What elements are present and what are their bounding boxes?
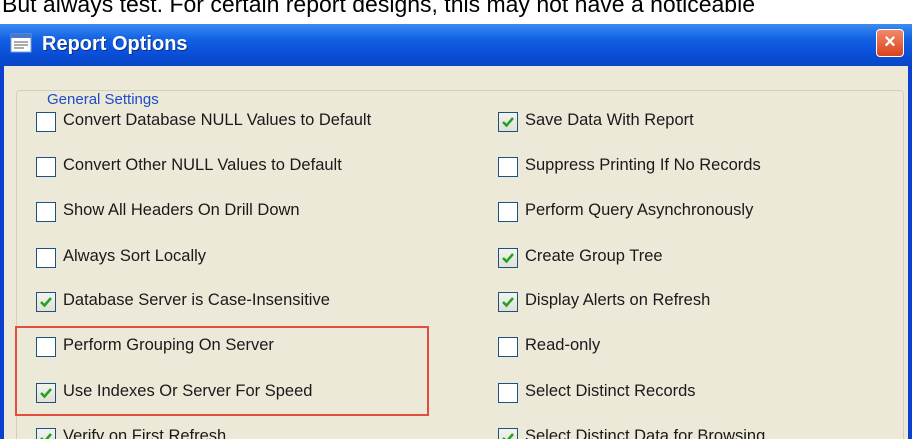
checkmark-icon xyxy=(502,297,514,308)
title-bar[interactable]: Report Options × xyxy=(0,24,912,66)
caption-text: But always test. For certain report desi… xyxy=(0,0,912,22)
checkbox[interactable] xyxy=(498,383,518,403)
option-label: Create Group Tree xyxy=(525,247,663,265)
option-label: Always Sort Locally xyxy=(63,247,207,265)
dialog-body: General Settings Convert Database NULL V… xyxy=(4,66,908,439)
window-title: Report Options xyxy=(42,33,188,55)
checkbox[interactable] xyxy=(36,383,56,403)
option-label: Perform Grouping On Server xyxy=(63,336,274,354)
option-label: Suppress Printing If No Records xyxy=(525,156,761,174)
option-label: Use Indexes Or Server For Speed xyxy=(63,382,313,400)
option-label: Show All Headers On Drill Down xyxy=(63,201,300,219)
option-label: Display Alerts on Refresh xyxy=(525,291,711,309)
option-label: Database Server is Case-Insensitive xyxy=(63,291,330,309)
group-title: General Settings xyxy=(43,91,163,108)
option-label: Convert Other NULL Values to Default xyxy=(63,156,342,174)
option-label: Select Distinct Records xyxy=(525,382,696,400)
caption-label: But always test. For certain report desi… xyxy=(2,0,755,17)
checkbox[interactable] xyxy=(498,112,518,132)
report-options-icon xyxy=(10,33,32,53)
checkmark-icon xyxy=(502,117,514,128)
checkmark-icon xyxy=(502,253,514,264)
checkbox[interactable] xyxy=(36,337,56,357)
checkmark-icon xyxy=(40,388,52,399)
report-options-dialog: Report Options × General Settings Conver… xyxy=(0,24,912,439)
option-label: Perform Query Asynchronously xyxy=(525,201,754,219)
checkbox[interactable] xyxy=(498,292,518,312)
checkbox[interactable] xyxy=(36,292,56,312)
checkbox[interactable] xyxy=(36,202,56,222)
checkbox[interactable] xyxy=(36,112,56,132)
option-label: Save Data With Report xyxy=(525,111,694,129)
checkmark-icon xyxy=(40,433,52,439)
checkmark-icon xyxy=(502,433,514,439)
checkbox[interactable] xyxy=(498,337,518,357)
option-label: Read-only xyxy=(525,336,601,354)
checkbox[interactable] xyxy=(498,157,518,177)
option-label: Convert Database NULL Values to Default xyxy=(63,111,372,129)
close-button[interactable]: × xyxy=(876,29,904,57)
checkbox[interactable] xyxy=(36,157,56,177)
checkbox[interactable] xyxy=(498,428,518,439)
checkmark-icon xyxy=(40,297,52,308)
option-label: Verify on First Refresh xyxy=(63,427,227,439)
checkbox[interactable] xyxy=(498,202,518,222)
option-label: Select Distinct Data for Browsing xyxy=(525,427,766,439)
checkbox[interactable] xyxy=(36,428,56,439)
checkbox[interactable] xyxy=(498,248,518,268)
checkbox[interactable] xyxy=(36,248,56,268)
